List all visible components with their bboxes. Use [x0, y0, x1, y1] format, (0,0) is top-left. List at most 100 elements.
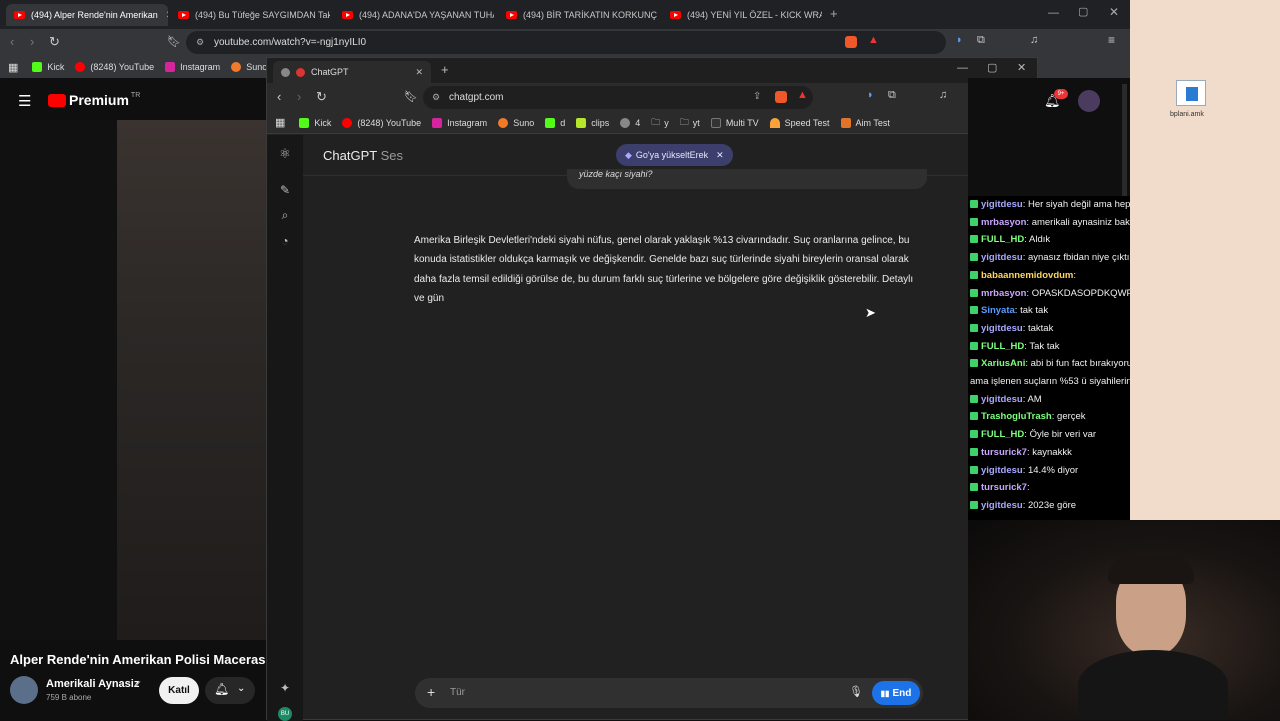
user-avatar[interactable]: BU [278, 707, 292, 721]
close-icon[interactable]: ✕ [716, 150, 724, 161]
chat-username[interactable]: yigitdesu [981, 199, 1023, 210]
close-icon[interactable]: ✕ [415, 67, 423, 78]
outer-tab[interactable]: (494) BİR TARİKATIN KORKUNÇ SONU [498, 4, 658, 26]
maximize-icon[interactable]: ▢ [1078, 5, 1088, 18]
bookmark-folder-y[interactable]: 🗀 y [651, 115, 669, 131]
bookmark-suno[interactable]: Suno [498, 117, 534, 128]
bookmark-youtube[interactable]: (8248) YouTube [75, 62, 154, 72]
channel-avatar[interactable] [10, 676, 38, 704]
chat-username[interactable]: tursurick7 [981, 447, 1027, 458]
gpt-header[interactable]: ChatGPT Ses [323, 148, 403, 163]
account-avatar[interactable] [1078, 90, 1100, 112]
chat-username[interactable]: XariusAni [981, 358, 1025, 369]
bookmark-speedtest[interactable]: Speed Test [769, 117, 830, 128]
rewards-icon[interactable]: ▲ [868, 34, 879, 46]
bookmark-label: Multi TV [725, 117, 759, 128]
bookmark-multitv[interactable]: Multi TV [710, 117, 759, 128]
bookmark-instagram[interactable]: Instagram [432, 117, 487, 128]
bookmark-d[interactable]: d [545, 117, 565, 128]
search-icon[interactable]: ⌕ [278, 208, 292, 222]
site-info-icon[interactable]: ⚙ [432, 92, 440, 103]
bookmark-icon[interactable]: 🔖︎ [167, 35, 181, 48]
sparkle-icon[interactable]: ✦ [278, 681, 292, 695]
brave-icon[interactable] [845, 36, 857, 48]
bookmark-icon[interactable]: 🔖︎ [404, 90, 418, 103]
microphone-icon[interactable]: 🎙︎ [849, 685, 863, 698]
plus-icon[interactable]: + [427, 684, 435, 700]
new-chat-icon[interactable]: ✎ [278, 183, 292, 197]
close-window-icon[interactable]: ✕ [1109, 5, 1119, 19]
bookmark-aimtest[interactable]: Aim Test [840, 117, 890, 128]
bookmark-kick[interactable]: Kick [299, 117, 331, 128]
hamburger-icon[interactable]: ☰ [18, 92, 31, 110]
back-icon[interactable]: ‹ [277, 89, 281, 104]
share-icon[interactable]: ⇪ [753, 91, 761, 102]
maximize-icon[interactable]: ▢ [987, 61, 997, 74]
outer-address-bar[interactable]: ⚙ youtube.com/watch?v=-ngj1nyILI0 [186, 31, 946, 54]
channel-name[interactable]: Amerikali Aynasiz [46, 678, 139, 690]
chat-input[interactable]: Tür [450, 687, 465, 698]
minimize-icon[interactable]: — [957, 62, 968, 74]
subscribe-bell-button[interactable]: 🔔︎ ⌄ [205, 677, 255, 704]
chat-username[interactable]: FULL_HD [981, 341, 1024, 352]
end-voice-button[interactable]: ▮▮ End [872, 681, 920, 705]
forward-icon[interactable]: › [30, 34, 34, 49]
close-icon[interactable]: ✕ [166, 10, 168, 21]
bookmark-instagram[interactable]: Instagram [165, 62, 220, 72]
site-info-icon[interactable]: ⚙ [196, 37, 204, 48]
bookmark-youtube[interactable]: (8248) YouTube [342, 117, 421, 128]
music-icon[interactable]: ♫ [1030, 34, 1038, 46]
bookmark-kick[interactable]: Kick [32, 62, 64, 72]
gpt-address-bar[interactable]: ⚙ chatgpt.com ⇪ [423, 86, 813, 109]
menu-icon[interactable]: ≡ [1108, 33, 1115, 47]
audio-icon[interactable]: ◗ [956, 34, 963, 46]
chat-username[interactable]: yigitdesu [981, 252, 1023, 263]
outer-tab[interactable]: (494) Alper Rende'nin Amerikan ✕ [6, 4, 168, 26]
previous-user-message: yüzde kaçı siyahi? [567, 169, 927, 189]
chat-username[interactable]: yigitdesu [981, 465, 1023, 476]
forward-icon[interactable]: › [297, 89, 301, 104]
outer-tab[interactable]: (494) Bu Tüfeğe SAYGIMDAN Takım B [170, 4, 330, 26]
chat-username[interactable]: babaannemidovdum [981, 270, 1073, 281]
chat-username[interactable]: mrbasyon [981, 217, 1026, 228]
chat-username[interactable]: FULL_HD [981, 429, 1024, 440]
reload-icon[interactable]: ↻ [316, 89, 327, 105]
brave-icon[interactable] [775, 91, 787, 103]
chat-username[interactable]: FULL_HD [981, 234, 1024, 245]
outer-tab[interactable]: (494) YENİ YIL ÖZEL - KICK WRAPPED [662, 4, 822, 26]
chat-username[interactable]: TrashogluTrash [981, 411, 1052, 422]
chat-username[interactable]: yigitdesu [981, 323, 1023, 334]
apps-icon[interactable]: ▦ [275, 116, 285, 129]
bookmark-suno[interactable]: Suno [231, 62, 267, 72]
rewards-icon[interactable]: ▲ [797, 89, 808, 101]
reload-icon[interactable]: ↻ [49, 34, 60, 50]
fox-icon [840, 117, 851, 128]
chat-username[interactable]: yigitdesu [981, 394, 1023, 405]
gpt-tab[interactable]: ChatGPT ✕ [273, 61, 431, 83]
new-tab-icon[interactable]: + [830, 6, 838, 21]
bookmark-clips[interactable]: clips [576, 117, 609, 128]
chat-username[interactable]: Sinyata [981, 305, 1015, 316]
outer-tab[interactable]: (494) ADANA'DA YAŞANAN TUHAF O [334, 4, 494, 26]
minimize-icon[interactable]: — [1048, 7, 1059, 19]
youtube-logo[interactable]: Premium TR [48, 92, 140, 108]
upgrade-pill[interactable]: ◆ Go'ya yükseltErek ✕ [616, 144, 733, 166]
close-window-icon[interactable]: ✕ [1017, 61, 1026, 74]
chat-username[interactable]: mrbasyon [981, 288, 1026, 299]
chat-username[interactable]: yigitdesu [981, 500, 1023, 511]
file-icon[interactable] [1176, 80, 1206, 106]
music-icon[interactable]: ♫ [939, 89, 947, 101]
bookmark-folder-yt[interactable]: 🗀 yt [680, 115, 700, 131]
extensions-icon[interactable]: ⧉ [888, 89, 896, 102]
bookmark-4[interactable]: 4 [620, 117, 640, 128]
new-tab-icon[interactable]: + [441, 62, 449, 77]
video-player[interactable] [117, 120, 267, 640]
chat-username[interactable]: tursurick7 [981, 482, 1027, 493]
openai-logo-icon[interactable]: ⚛ [278, 147, 292, 161]
join-button[interactable]: Katıl [159, 677, 199, 704]
library-icon[interactable]: ◔ [278, 234, 292, 248]
apps-icon[interactable]: ▦ [8, 61, 18, 74]
audio-icon[interactable]: ◗ [867, 89, 874, 101]
back-icon[interactable]: ‹ [10, 34, 14, 49]
extensions-icon[interactable]: ⧉ [977, 34, 985, 47]
